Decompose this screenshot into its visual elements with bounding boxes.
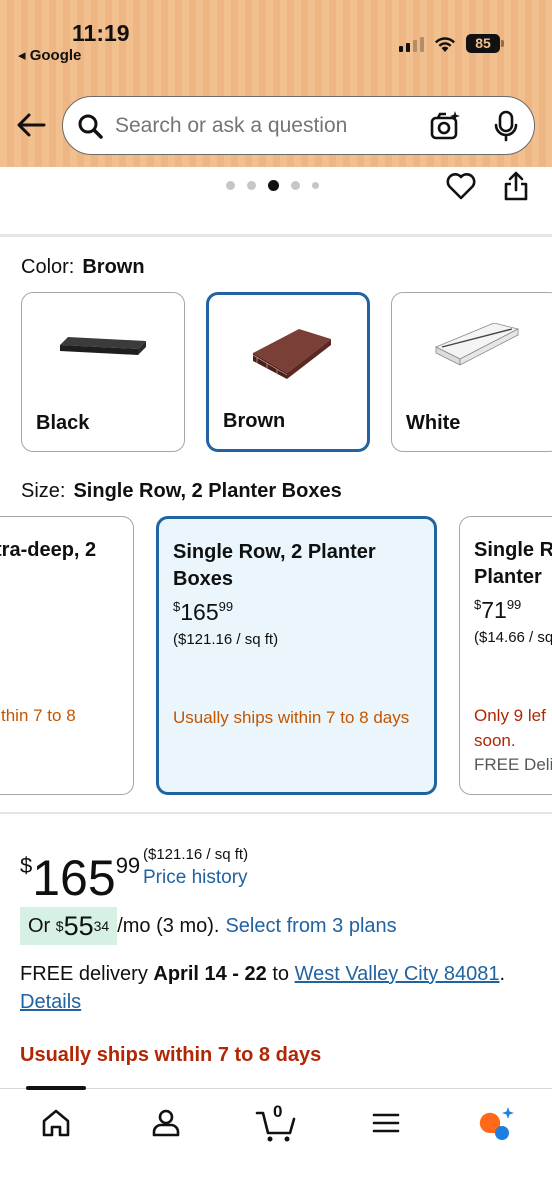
planter-white-image: [435, 323, 520, 366]
active-tab-indicator: [26, 1086, 86, 1090]
app-header: 11:19 ◂ Google 85: [0, 0, 552, 167]
color-option-brown[interactable]: Brown: [206, 292, 370, 452]
main-unit-price: ($121.16 / sq ft): [143, 846, 249, 863]
microphone-icon[interactable]: [493, 110, 519, 142]
delivery-location-link[interactable]: West Valley City 84081: [295, 963, 500, 985]
status-icons: 85: [399, 34, 504, 53]
search-input[interactable]: [115, 112, 415, 140]
home-icon[interactable]: [36, 1103, 76, 1143]
section-divider: [0, 234, 552, 237]
color-selected-value: Brown: [82, 256, 145, 278]
size-option-delivery: FREE Deli: [474, 755, 552, 774]
share-icon[interactable]: [502, 170, 530, 202]
battery-icon: 85: [466, 34, 504, 53]
battery-level: 85: [466, 34, 500, 53]
carousel-dot-active[interactable]: [268, 180, 279, 191]
size-option-stock: Only 9 lef soon.: [474, 706, 546, 750]
search-bar[interactable]: [62, 96, 535, 155]
monthly-payment-row: Or $55 34 /mo (3 mo). Select from 3 plans: [20, 907, 397, 945]
color-label-row: Color: Brown: [21, 256, 145, 279]
planter-brown-image: [252, 329, 331, 379]
color-option-white[interactable]: White: [391, 292, 552, 452]
carousel-dot[interactable]: [291, 181, 300, 190]
delivery-info: FREE delivery April 14 - 22 to West Vall…: [20, 963, 506, 1013]
size-option-title: Single R Planter: [474, 539, 552, 588]
cart-button[interactable]: 0: [254, 1099, 300, 1145]
size-option-title: tra-deep, 2: [0, 539, 97, 561]
color-option-black[interactable]: Black: [21, 292, 185, 452]
color-option-label: Brown: [223, 410, 286, 432]
menu-icon[interactable]: [366, 1103, 406, 1143]
color-option-label: White: [406, 412, 461, 434]
back-arrow-icon[interactable]: [14, 108, 48, 142]
size-option-shipping: thin 7 to 8: [1, 706, 76, 725]
monthly-suffix: /mo (3 mo).: [117, 914, 220, 937]
delivery-details-link[interactable]: Details: [20, 991, 81, 1013]
cellular-signal-icon: [399, 36, 424, 52]
heart-icon[interactable]: [445, 171, 477, 201]
section-divider: [0, 812, 552, 814]
rufus-assistant-icon[interactable]: [474, 1103, 514, 1143]
size-option-title: Single Row, 2 Planter Boxes: [173, 541, 376, 590]
carousel-dot[interactable]: [247, 181, 256, 190]
size-selected-value: Single Row, 2 Planter Boxes: [73, 480, 342, 502]
camera-search-icon[interactable]: [429, 110, 461, 142]
bottom-navigation: 0: [0, 1086, 552, 1200]
color-option-label: Black: [36, 412, 90, 434]
monthly-price-badge: Or $55 34: [20, 907, 118, 945]
main-price: $16599: [20, 850, 141, 906]
select-plans-link[interactable]: Select from 3 plans: [225, 915, 396, 938]
size-option-single-row-2[interactable]: Single Row, 2 Planter Boxes $16599 ($121…: [156, 516, 437, 795]
price-history-link[interactable]: Price history: [143, 867, 248, 889]
planter-black-image: [60, 337, 146, 355]
size-option-unit-price: ($121.16 / sq ft): [173, 631, 279, 648]
carousel-dot[interactable]: [226, 181, 235, 190]
size-option-extra-deep[interactable]: tra-deep, 2 thin 7 to 8: [0, 516, 134, 795]
back-to-google-link[interactable]: ◂ Google: [18, 46, 81, 64]
delivery-dates: April 14 - 22: [153, 963, 267, 985]
size-option-price: $7199: [474, 597, 522, 623]
size-label-row: Size: Single Row, 2 Planter Boxes: [21, 480, 342, 503]
size-option-single-row-planter[interactable]: Single R Planter $7199 ($14.66 / sq Only…: [459, 516, 552, 795]
size-option-price: $16599: [173, 599, 234, 625]
size-option-unit-price: ($14.66 / sq: [474, 629, 552, 646]
size-option-shipping: Usually ships within 7 to 8 days: [173, 708, 410, 727]
image-carousel-indicator[interactable]: [226, 180, 319, 191]
shipping-notice: Usually ships within 7 to 8 days: [20, 1044, 322, 1066]
wifi-icon: [435, 36, 455, 52]
carousel-dot[interactable]: [312, 182, 319, 189]
color-label: Color:: [21, 256, 75, 278]
account-icon[interactable]: [146, 1103, 186, 1143]
search-icon: [78, 114, 103, 139]
cart-count: 0: [273, 1102, 283, 1121]
size-label: Size:: [21, 480, 66, 502]
status-time: 11:19: [72, 20, 130, 46]
